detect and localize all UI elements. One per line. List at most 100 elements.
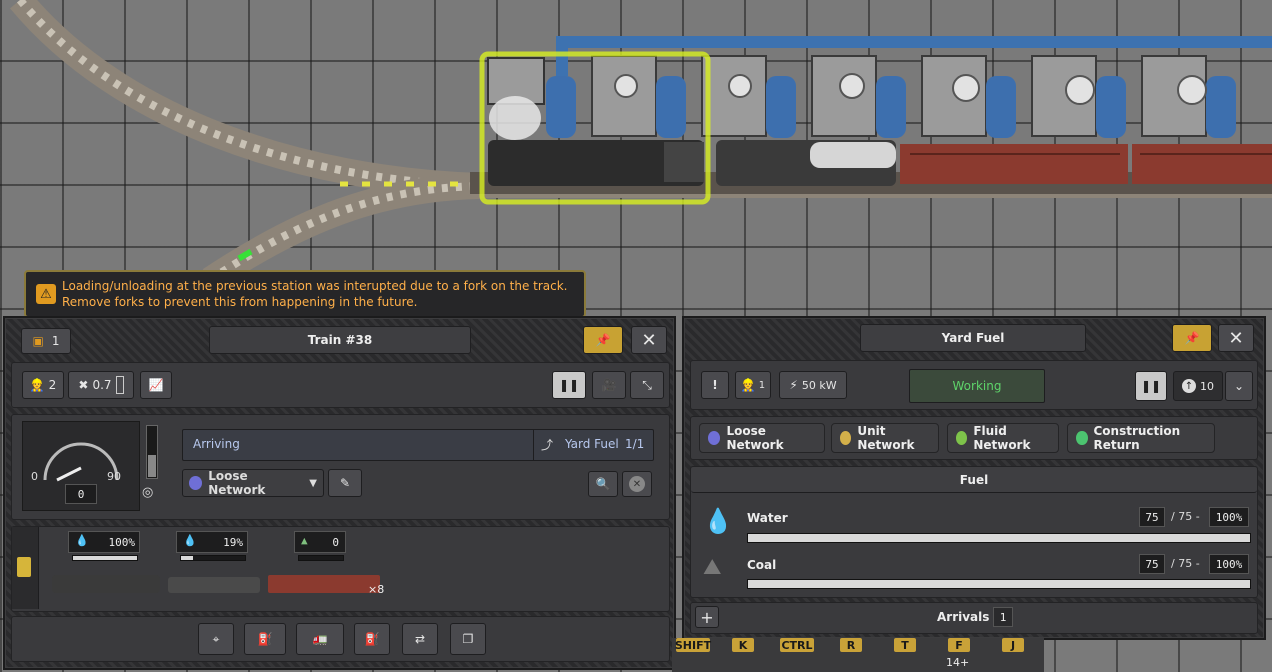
consist-vehicles	[52, 575, 380, 593]
target-icon: ⌖	[212, 631, 220, 646]
camera-icon: 🎥	[601, 378, 617, 392]
train-badge[interactable]: ▣ 1	[21, 328, 71, 354]
wagon-multiplier: ×8	[368, 583, 385, 596]
priority-value: 10	[1200, 379, 1214, 393]
water-icon: 💧	[703, 507, 733, 535]
wagon-card-2[interactable]: 💧 19%	[176, 531, 248, 561]
network-color-icon	[189, 476, 203, 490]
fuel-section: Fuel 💧 Water 75 / 75 - 100% ⛰ Coal 75 / …	[690, 466, 1258, 598]
wagon-3-level-box: ▲ 0	[294, 531, 346, 553]
network-chip-loose[interactable]: Loose Network	[699, 423, 825, 453]
station-toolbar: ! 👷 1 ⚡ 50 kW Working ❚❚ ↑ 10 ⌄	[690, 360, 1258, 410]
camera-button[interactable]: 🎥	[592, 371, 626, 399]
alert-icon: !	[712, 378, 718, 392]
copy-icon: ❐	[462, 632, 474, 646]
refuel-button[interactable]: ⛽	[354, 623, 390, 655]
depot-button[interactable]: ⛽	[244, 623, 286, 655]
network-dropdown[interactable]: Loose Network ▼	[182, 469, 324, 497]
coal-amount[interactable]: 75	[1139, 554, 1165, 574]
train-icon: ▣	[32, 334, 44, 348]
priority-selector[interactable]: ↑ 10	[1173, 371, 1223, 401]
pause-button[interactable]: ❚❚	[552, 371, 586, 399]
station-title: Yard Fuel	[860, 324, 1086, 352]
destination-name[interactable]: Yard Fuel	[565, 437, 619, 451]
edit-icon: ✎	[339, 476, 351, 490]
coal-label: Coal	[747, 558, 777, 572]
hotkey-t[interactable]: T	[894, 638, 916, 652]
wagon-card-3[interactable]: ▲ 0	[294, 531, 346, 561]
clear-button[interactable]: ✕	[622, 471, 652, 497]
reverse-icon: ⇄	[414, 632, 426, 646]
wagon-3-level: 0	[332, 535, 339, 549]
destination-icon: ⤴	[541, 438, 554, 452]
speedometer: 0 90 0	[22, 421, 140, 511]
coal-capacity: / 75 -	[1171, 557, 1200, 570]
consist-side-tab[interactable]	[12, 527, 39, 609]
hotkey-shift[interactable]: SHIFT	[675, 638, 711, 652]
unit-network-icon	[840, 431, 852, 445]
power-icon: ⚡	[789, 378, 798, 392]
network-chip-unit-label: Unit Network	[857, 424, 915, 452]
worker-icon: 👷	[29, 378, 45, 392]
station-pause-button[interactable]: ❚❚	[1135, 371, 1167, 401]
hotkey-k[interactable]: K	[732, 638, 754, 652]
alert-button[interactable]: !	[701, 371, 729, 399]
wagon-2-level: 19%	[223, 535, 243, 549]
workers-chip[interactable]: 👷 2	[22, 371, 64, 399]
close-icon: ✕	[641, 329, 657, 351]
hotkey-f[interactable]: F	[948, 638, 970, 652]
status-row: Arriving ⤴ Yard Fuel 1/1	[182, 429, 654, 461]
train-close-button[interactable]: ✕	[631, 326, 667, 354]
route-button[interactable]: ⤡	[630, 371, 664, 399]
wagon-2-level-box: 💧 19%	[176, 531, 248, 553]
train-pin-button[interactable]: 📌	[583, 326, 623, 354]
network-chip-fluid[interactable]: Fluid Network	[947, 423, 1059, 453]
station-workers-chip[interactable]: 👷 1	[735, 371, 771, 399]
maintenance-chip[interactable]: ✖ 0.7	[68, 371, 134, 399]
search-icon: 🔍	[595, 477, 611, 491]
shunt-button[interactable]: 🚛	[296, 623, 344, 655]
power-chip[interactable]: ⚡ 50 kW	[779, 371, 847, 399]
locate-button[interactable]: ⌖	[198, 623, 234, 655]
chevron-down-icon: ⌄	[1233, 379, 1245, 393]
coal-bar	[747, 579, 1251, 589]
arrivals-count: 1	[993, 607, 1013, 627]
add-button[interactable]: +	[695, 606, 719, 628]
station-close-button[interactable]: ✕	[1218, 324, 1254, 352]
stats-button[interactable]: 📈	[140, 371, 172, 399]
edit-network-button[interactable]: ✎	[328, 469, 362, 497]
maintenance-value: 0.7	[92, 378, 112, 392]
maintenance-icon: ✖	[78, 378, 89, 392]
chevron-down-icon: ▼	[309, 477, 317, 489]
water-percent[interactable]: 100%	[1209, 507, 1249, 527]
notice-tooltip: ⚠ Loading/unloading at the previous stat…	[24, 270, 586, 318]
speed-value: 0	[65, 484, 97, 504]
throttle-slider[interactable]	[146, 425, 158, 479]
hotkey-ctrl[interactable]: CTRL	[780, 638, 814, 652]
water-fill	[748, 534, 1250, 542]
maintenance-gauge	[115, 376, 124, 394]
hotkey-j[interactable]: J	[1002, 638, 1024, 652]
network-dropdown-label: Loose Network	[208, 469, 266, 497]
train-title: Train #38	[209, 326, 471, 354]
network-chip-construction[interactable]: Construction Return	[1067, 423, 1215, 453]
wagon-card-1[interactable]: 💧 100%	[68, 531, 140, 561]
network-chip-unit[interactable]: Unit Network	[831, 423, 939, 453]
priority-dropdown[interactable]: ⌄	[1225, 371, 1253, 401]
destination-progress: 1/1	[625, 437, 645, 451]
station-workers: 1	[758, 379, 766, 391]
search-button[interactable]: 🔍	[588, 471, 618, 497]
clear-icon: ✕	[629, 476, 645, 492]
copy-button[interactable]: ❐	[450, 623, 486, 655]
network-chip-loose-label: Loose Network	[726, 424, 784, 452]
water-bar	[747, 533, 1251, 543]
coal-percent[interactable]: 100%	[1209, 554, 1249, 574]
train-badge-count: 1	[51, 334, 60, 348]
coal-icon: ⛰	[703, 555, 722, 580]
brake-icon[interactable]: ◎	[142, 485, 153, 500]
station-pin-button[interactable]: 📌	[1172, 324, 1212, 352]
water-amount[interactable]: 75	[1139, 507, 1165, 527]
hotkey-r[interactable]: R	[840, 638, 862, 652]
depot-icon: ⛽	[257, 632, 273, 646]
reverse-button[interactable]: ⇄	[402, 623, 438, 655]
